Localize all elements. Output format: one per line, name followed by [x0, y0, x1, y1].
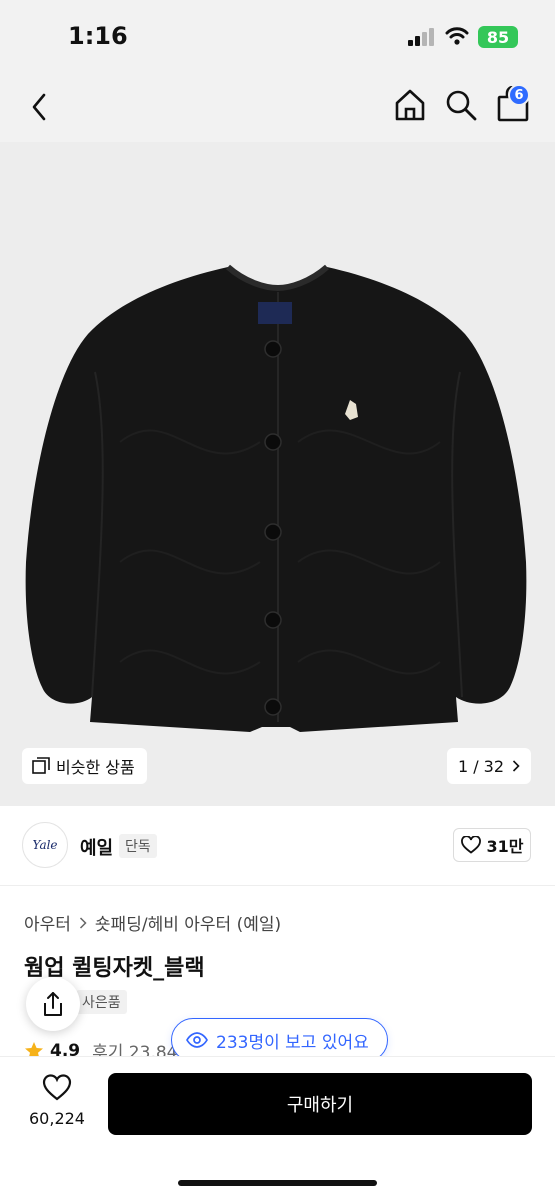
bottom-action-bar: 60,224 구매하기 [0, 1056, 555, 1200]
battery-indicator: 85 [478, 26, 518, 48]
share-icon [44, 992, 62, 1016]
battery-level: 85 [486, 27, 510, 47]
breadcrumb-item[interactable]: 숏패딩/헤비 아우터 (예일) [95, 910, 281, 935]
similar-products-label: 비슷한 상품 [56, 758, 135, 777]
search-icon[interactable] [444, 88, 478, 122]
chevron-right-icon [512, 760, 520, 772]
wishlist-count: 60,224 [29, 1109, 85, 1128]
wishlist-button[interactable]: 60,224 [20, 1073, 94, 1145]
status-time: 1:16 [68, 22, 128, 50]
brand-like-button[interactable]: 31만 [453, 828, 531, 862]
gift-badge: 사은품 [76, 990, 127, 1014]
top-nav-bar [0, 72, 555, 142]
brand-name[interactable]: 예일 [80, 834, 113, 860]
home-indicator [178, 1180, 377, 1186]
brand-logo[interactable]: Yale [22, 822, 68, 868]
eye-icon [186, 1032, 208, 1048]
buy-button[interactable]: 구매하기 [108, 1073, 532, 1135]
image-page-counter[interactable]: 1 / 32 [447, 748, 531, 784]
breadcrumb-item[interactable]: 아우터 [24, 910, 71, 935]
product-image[interactable] [0, 142, 555, 806]
wifi-icon [445, 27, 469, 45]
buy-button-label: 구매하기 [286, 1095, 354, 1116]
cart-count-badge: 6 [508, 84, 530, 106]
brand-row: Yale 예일 단독 31만 [0, 806, 555, 886]
heart-outline-icon [42, 1074, 72, 1101]
brand-logo-text: Yale [32, 838, 58, 852]
chevron-right-icon [79, 916, 87, 929]
similar-products-button[interactable]: 비슷한 상품 [22, 748, 147, 784]
heart-outline-icon [460, 836, 481, 854]
product-photo-jacket [25, 264, 527, 732]
cart-count: 6 [514, 87, 524, 103]
exclusive-badge: 단독 [119, 834, 157, 858]
breadcrumb: 아우터 숏패딩/헤비 아우터 (예일) [24, 910, 281, 935]
status-bar: 1:16 85 [0, 0, 555, 72]
back-arrow-icon[interactable] [26, 90, 54, 124]
home-icon[interactable] [393, 88, 427, 122]
brand-like-count: 31만 [486, 837, 524, 856]
cellular-signal-icon [408, 28, 434, 46]
viewers-label: 233명이 보고 있어요 [216, 1032, 369, 1053]
copy-stack-icon [32, 757, 50, 774]
share-button[interactable] [26, 977, 80, 1031]
page-counter-text: 1 / 32 [457, 756, 505, 776]
